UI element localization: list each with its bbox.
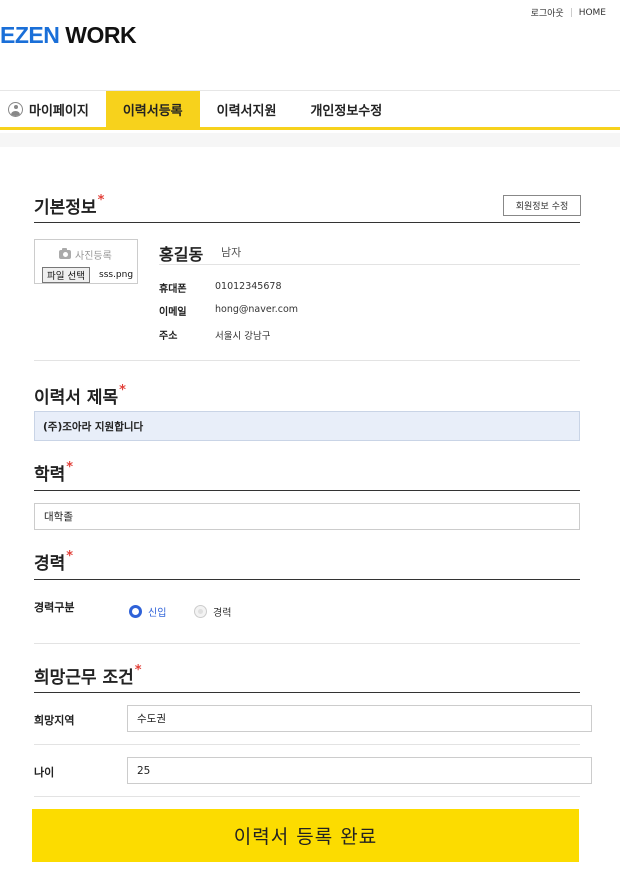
section-title-text: 기본정보 [34,198,97,218]
main-nav: 마이페이지 이력서등록 이력서지원 개인정보수정 [0,90,620,130]
user-circle-icon [8,101,23,117]
file-name: sss.png [99,270,134,280]
section-title-text: 이력서 제목 [34,388,119,408]
section-divider [34,360,580,361]
education-heading: 학력* [34,460,73,485]
email-label: 이메일 [159,307,187,318]
basic-info-title: 기본정보* [34,193,104,218]
home-link[interactable]: HOME [579,8,606,18]
nav-item-profile-edit[interactable]: 개인정보수정 [293,91,399,127]
photo-register-label: 사진등록 [59,247,112,262]
address-value: 서울시 강남구 [215,331,271,342]
logo[interactable]: EZEN WORK [0,22,137,49]
career-radio-new[interactable] [129,605,142,618]
section-title-text: 경력 [34,554,66,574]
name-divider [159,264,580,265]
career-option-new-label[interactable]: 신입 [148,604,166,619]
section-divider [34,579,580,580]
nav-item-resume-apply[interactable]: 이력서지원 [200,91,294,127]
age-label: 나이 [34,766,55,779]
nav-item-label: 마이페이지 [29,103,89,119]
camera-icon [59,248,71,259]
row-divider [34,744,580,745]
nav-item-label: 이력서등록 [122,103,183,119]
required-mark: * [134,663,142,678]
education-input[interactable]: 대학졸 [34,503,580,530]
edit-member-info-button[interactable]: 회원정보 수정 [503,195,581,216]
row-divider [34,796,580,797]
section-divider [34,490,580,491]
top-links: 로그아웃 HOME [531,6,606,20]
required-mark: * [97,193,105,208]
resume-title-heading: 이력서 제목* [34,383,126,408]
photo-upload-box: 사진등록 파일 선택 sss.png [34,239,138,284]
required-mark: * [66,460,74,475]
nav-item-label: 개인정보수정 [310,103,383,119]
required-mark: * [66,549,74,564]
nav-item-mypage[interactable]: 마이페이지 [0,91,106,127]
region-input[interactable]: 수도권 [127,705,592,732]
nav-item-resume-register[interactable]: 이력서등록 [105,91,200,127]
phone-label: 휴대폰 [159,284,187,295]
region-label: 희망지역 [34,714,75,727]
career-type-label: 경력구분 [34,601,75,614]
resume-title-input[interactable]: (주)조아라 지원합니다 [34,411,580,441]
career-radio-experienced[interactable] [194,605,207,618]
email-value: hong@naver.com [215,304,299,315]
phone-value: 01012345678 [215,281,282,292]
file-select-button[interactable]: 파일 선택 [42,267,90,283]
section-title-text: 희망근무 조건 [34,668,134,688]
section-divider [34,692,580,693]
divider [570,8,572,17]
photo-label-text: 사진등록 [75,251,112,262]
address-label: 주소 [159,331,178,342]
section-divider [34,643,580,644]
logo-text-ezen: EZEN [0,22,60,48]
logo-text-work: WORK [65,22,137,48]
required-mark: * [119,383,126,398]
section-divider [34,222,580,223]
submit-resume-button[interactable]: 이력서 등록 완료 [32,809,579,862]
career-option-experienced-label[interactable]: 경력 [213,604,231,619]
nav-item-label: 이력서지원 [216,103,277,119]
age-input[interactable]: 25 [127,757,592,784]
desired-conditions-heading: 희망근무 조건* [34,663,142,688]
section-title-text: 학력 [34,465,66,485]
career-heading: 경력* [34,549,73,574]
header-band [0,133,620,147]
user-name: 홍길동 [159,245,204,264]
logout-link[interactable]: 로그아웃 [531,6,564,19]
user-gender: 남자 [221,246,242,259]
